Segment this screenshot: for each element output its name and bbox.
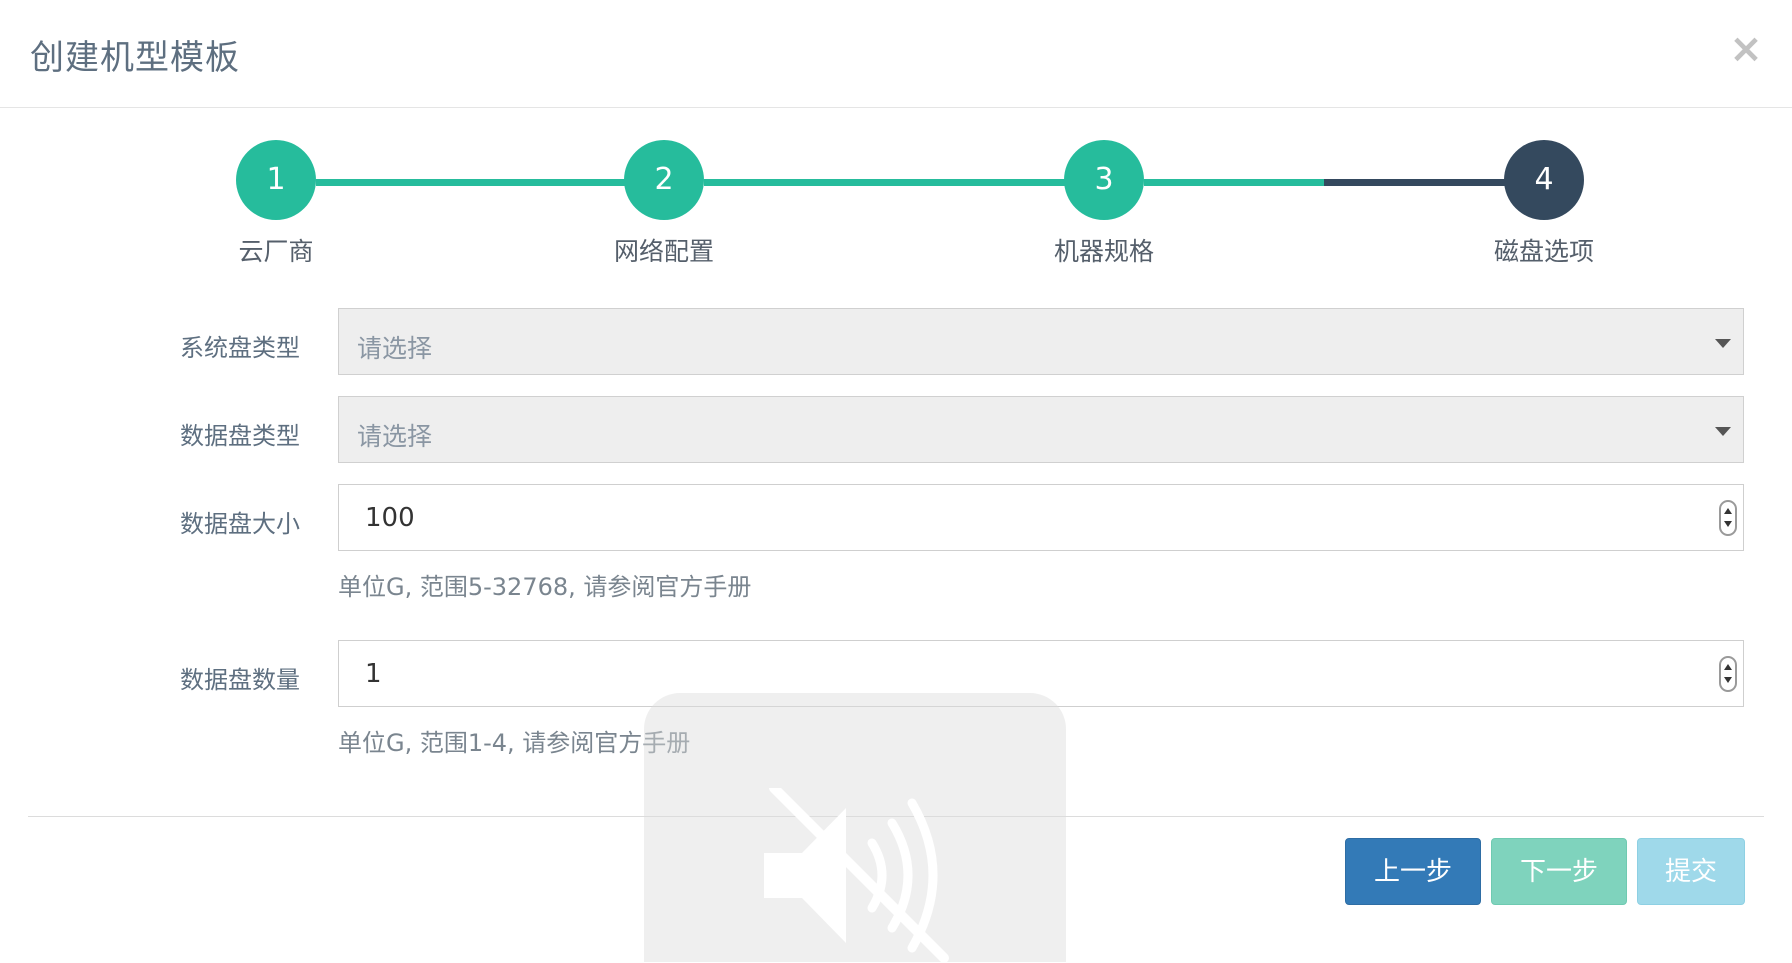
data-disk-type-label: 数据盘类型 bbox=[180, 422, 300, 450]
data-disk-size-input[interactable]: 100 bbox=[338, 484, 1744, 551]
data-disk-type-select[interactable]: 请选择 bbox=[338, 396, 1744, 463]
step-4-label: 磁盘选项 bbox=[1493, 237, 1594, 266]
step-connector-3-4-done bbox=[1144, 179, 1324, 186]
number-spinner-icon[interactable] bbox=[1719, 656, 1737, 692]
data-disk-count-value: 1 bbox=[365, 659, 382, 689]
spinner-down-icon[interactable] bbox=[1724, 521, 1732, 527]
step-1-label: 云厂商 bbox=[238, 237, 314, 266]
previous-step-button[interactable]: 上一步 bbox=[1345, 838, 1481, 905]
mute-overlay[interactable] bbox=[644, 693, 1066, 963]
chevron-down-icon bbox=[1715, 339, 1731, 348]
data-disk-count-label: 数据盘数量 bbox=[180, 666, 300, 694]
step-4-circle[interactable]: 4 bbox=[1504, 140, 1584, 220]
step-2-circle[interactable]: 2 bbox=[624, 140, 704, 220]
submit-button[interactable]: 提交 bbox=[1637, 838, 1745, 905]
wizard-stepper: 1 云厂商 2 网络配置 3 机器规格 4 磁盘选项 bbox=[0, 130, 1792, 280]
step-1-circle[interactable]: 1 bbox=[236, 140, 316, 220]
spinner-down-icon[interactable] bbox=[1724, 677, 1732, 683]
close-button[interactable]: × bbox=[1726, 24, 1766, 74]
data-disk-type-placeholder: 请选择 bbox=[357, 422, 433, 451]
muted-speaker-icon bbox=[764, 788, 949, 963]
step-connector-1-2 bbox=[316, 179, 636, 186]
dialog-header: 创建机型模板 × bbox=[0, 0, 1792, 108]
spinner-up-icon[interactable] bbox=[1724, 664, 1732, 670]
data-disk-size-value: 100 bbox=[365, 503, 415, 533]
step-3-circle[interactable]: 3 bbox=[1064, 140, 1144, 220]
step-connector-3-4-pending bbox=[1324, 179, 1514, 186]
chevron-down-icon bbox=[1715, 427, 1731, 436]
system-disk-type-placeholder: 请选择 bbox=[357, 334, 433, 363]
next-step-button[interactable]: 下一步 bbox=[1491, 838, 1627, 905]
data-disk-count-help: 单位G, 范围1-4, 请参阅官方手册 bbox=[338, 729, 691, 757]
dialog-title: 创建机型模板 bbox=[30, 38, 240, 78]
number-spinner-icon[interactable] bbox=[1719, 500, 1737, 536]
step-connector-2-3 bbox=[704, 179, 1066, 186]
step-3-label: 机器规格 bbox=[1053, 237, 1154, 266]
data-disk-size-help: 单位G, 范围5-32768, 请参阅官方手册 bbox=[338, 573, 752, 601]
spinner-up-icon[interactable] bbox=[1724, 508, 1732, 514]
system-disk-type-select[interactable]: 请选择 bbox=[338, 308, 1744, 375]
system-disk-type-label: 系统盘类型 bbox=[180, 334, 300, 362]
data-disk-size-label: 数据盘大小 bbox=[180, 510, 300, 538]
create-template-dialog: 创建机型模板 × 1 云厂商 2 网络配置 3 机器规格 4 磁盘选项 系统盘类… bbox=[0, 0, 1792, 963]
step-2-label: 网络配置 bbox=[613, 237, 714, 266]
